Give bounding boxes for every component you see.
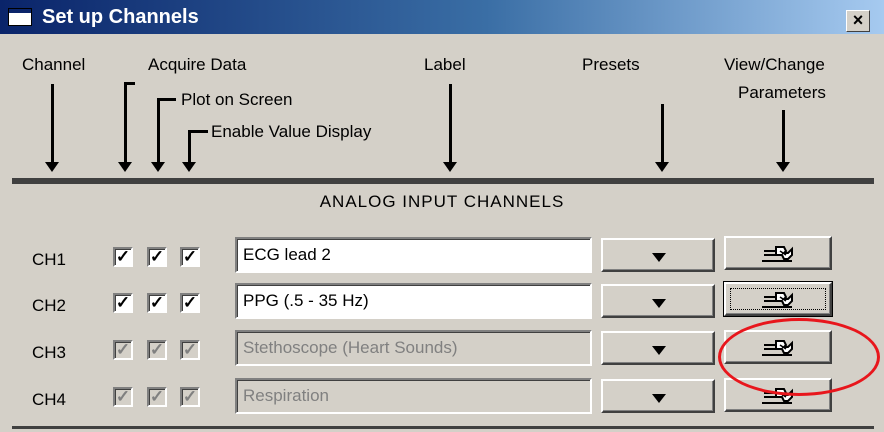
label-header: Label [424, 55, 466, 74]
acquire-arrow-icon [118, 82, 132, 172]
enable-value-display-header: Enable Value Display [211, 122, 372, 141]
view-change-parameters-button[interactable] [724, 236, 832, 270]
plot-arrow-icon [151, 98, 165, 172]
enable-display-checkbox[interactable]: ✓ [180, 247, 200, 267]
title-bar[interactable]: Set up Channels × [0, 0, 884, 34]
enable-bracket [188, 130, 208, 133]
presets-arrow-icon [655, 104, 669, 172]
channel-header: Channel [22, 55, 86, 74]
channel-label-field[interactable]: ECG lead 2 [235, 237, 592, 273]
channel-name: CH2 [32, 296, 67, 315]
acquire-checkbox[interactable]: ✓ [113, 340, 133, 360]
dropdown-arrow-icon [652, 346, 666, 355]
params-arrow-icon [776, 110, 790, 172]
channel-label-field[interactable]: Stethoscope (Heart Sounds) [235, 330, 592, 366]
channel-label-field[interactable]: PPG (.5 - 35 Hz) [235, 283, 592, 319]
presets-dropdown-button[interactable] [601, 238, 715, 272]
plot-checkbox[interactable]: ✓ [147, 340, 167, 360]
enable-display-checkbox[interactable]: ✓ [180, 293, 200, 313]
plot-on-screen-header: Plot on Screen [181, 90, 293, 109]
acquire-checkbox[interactable]: ✓ [113, 387, 133, 407]
enable-display-checkbox[interactable]: ✓ [180, 340, 200, 360]
view-change-parameters-button[interactable] [723, 281, 833, 317]
label-arrow-icon [443, 84, 457, 172]
plot-checkbox[interactable]: ✓ [147, 293, 167, 313]
annotation-circle [718, 318, 880, 396]
presets-header: Presets [582, 55, 640, 74]
dropdown-arrow-icon [652, 394, 666, 403]
window-icon [8, 8, 32, 26]
bottom-divider [12, 426, 874, 429]
enable-display-checkbox[interactable]: ✓ [180, 387, 200, 407]
view-change-header-line1: View/Change [724, 55, 825, 74]
close-button[interactable]: × [846, 10, 870, 32]
channel-name: CH3 [32, 343, 67, 362]
plot-checkbox[interactable]: ✓ [147, 247, 167, 267]
view-change-header-line2: Parameters [738, 83, 826, 102]
dropdown-arrow-icon [652, 253, 666, 262]
channel-arrow-icon [45, 84, 59, 172]
setup-channels-dialog: Set up Channels × Channel Acquire Data P… [0, 0, 884, 432]
plot-checkbox[interactable]: ✓ [147, 387, 167, 407]
header-divider [12, 178, 874, 184]
channel-name: CH4 [32, 390, 67, 409]
wrench-icon [762, 246, 793, 262]
acquire-data-header: Acquire Data [148, 55, 247, 74]
window-title: Set up Channels [42, 6, 199, 28]
channel-label-field[interactable]: Respiration [235, 378, 592, 414]
enable-arrow-icon [182, 130, 196, 172]
presets-dropdown-button[interactable] [601, 284, 715, 318]
dropdown-arrow-icon [652, 299, 666, 308]
channel-name: CH1 [32, 250, 67, 269]
presets-dropdown-button[interactable] [601, 331, 715, 365]
acquire-checkbox[interactable]: ✓ [113, 293, 133, 313]
section-title: ANALOG INPUT CHANNELS [319, 192, 565, 211]
wrench-icon [762, 292, 793, 308]
presets-dropdown-button[interactable] [601, 379, 715, 413]
acquire-checkbox[interactable]: ✓ [113, 247, 133, 267]
